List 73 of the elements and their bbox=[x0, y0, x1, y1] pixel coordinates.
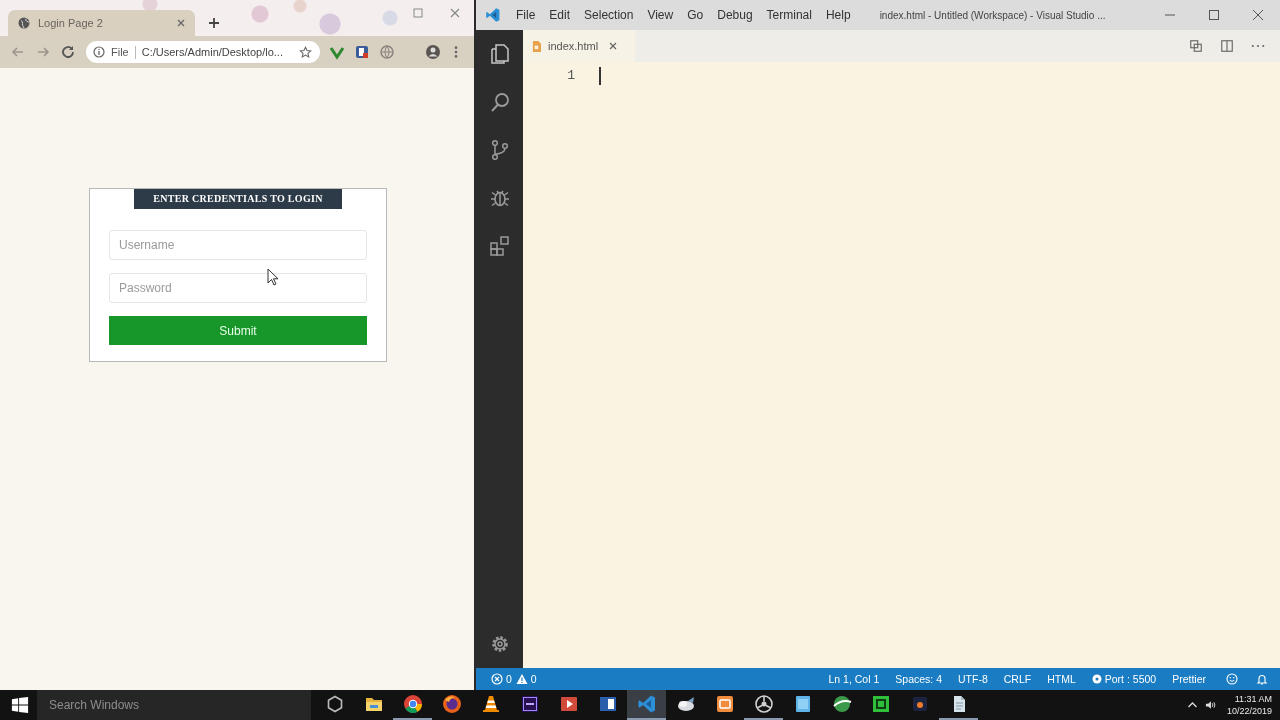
more-icon[interactable] bbox=[1251, 44, 1265, 48]
input-field[interactable]: Password bbox=[109, 273, 367, 303]
chevron-up-icon[interactable] bbox=[1186, 700, 1198, 710]
colored-ring-icon bbox=[402, 694, 423, 714]
url-text: C:/Users/Admin/Desktop/lo... bbox=[141, 46, 284, 58]
close-icon bbox=[1253, 10, 1263, 20]
compare-icon[interactable] bbox=[1189, 39, 1203, 53]
framed-tile-icon bbox=[519, 694, 540, 714]
star-icon[interactable] bbox=[299, 45, 312, 59]
mouse-pointer-icon bbox=[267, 268, 279, 286]
form-heading: ENTER CREDENTIALS TO LOGIN bbox=[134, 189, 342, 209]
browser-tab[interactable]: Login Page 2 bbox=[8, 10, 195, 36]
minimize-icon bbox=[1165, 14, 1175, 16]
window-tile-icon bbox=[714, 694, 735, 714]
error-icon bbox=[491, 673, 503, 685]
wheel-icon bbox=[753, 694, 774, 714]
status-item[interactable]: CRLF bbox=[1001, 668, 1034, 690]
split-editor-icon[interactable] bbox=[1220, 39, 1234, 53]
maximize-icon bbox=[1209, 10, 1219, 20]
ribbon-logo-icon bbox=[636, 694, 657, 714]
smiley-icon[interactable] bbox=[1226, 673, 1238, 685]
close-icon[interactable] bbox=[450, 8, 460, 18]
bell-icon[interactable] bbox=[1256, 673, 1268, 685]
blocks-icon[interactable] bbox=[487, 234, 512, 258]
status-item[interactable]: HTML bbox=[1045, 668, 1078, 690]
status-item[interactable]: Spaces: 4 bbox=[893, 668, 944, 690]
menu-item[interactable]: View bbox=[640, 8, 681, 22]
menu-item[interactable]: Debug bbox=[710, 8, 760, 22]
warning-count[interactable]: 0 bbox=[513, 668, 539, 690]
traffic-cone-icon bbox=[480, 694, 501, 714]
speaker-icon[interactable] bbox=[1204, 700, 1216, 710]
ribbon-logo-icon bbox=[485, 7, 501, 23]
menu-item[interactable]: Go bbox=[680, 8, 711, 22]
play-tile-icon bbox=[558, 694, 579, 714]
status-item[interactable]: Ln 1, Col 1 bbox=[826, 668, 882, 690]
app-tile-icon[interactable] bbox=[354, 44, 370, 60]
status-item[interactable]: UTF-8 bbox=[956, 668, 990, 690]
editor-tab[interactable]: index.html bbox=[523, 30, 635, 62]
status-item[interactable]: Port : 5500 bbox=[1089, 668, 1159, 690]
menu-item[interactable]: Selection bbox=[577, 8, 641, 22]
info-icon[interactable] bbox=[93, 46, 105, 58]
clock-date[interactable]: 10/22/2019 bbox=[1226, 705, 1272, 717]
status-item[interactable]: Prettier bbox=[1170, 668, 1208, 690]
warning-icon bbox=[515, 673, 528, 685]
menu-item[interactable]: Help bbox=[818, 8, 858, 22]
file-icon bbox=[532, 40, 541, 52]
scheme-label: File bbox=[111, 46, 129, 58]
swirl-globe-icon bbox=[441, 694, 462, 714]
clock-time[interactable]: 11:31 AM bbox=[1234, 693, 1272, 705]
submit-button[interactable]: Submit bbox=[109, 316, 367, 345]
more-icon[interactable] bbox=[454, 45, 458, 59]
document-tile-icon bbox=[597, 694, 618, 714]
menu-item[interactable]: File bbox=[509, 8, 543, 22]
circle-dot-icon bbox=[1091, 674, 1102, 684]
globe-icon bbox=[18, 17, 30, 29]
search-field[interactable]: Search Windows bbox=[37, 690, 311, 720]
cloud-icon bbox=[675, 694, 696, 714]
close-icon[interactable] bbox=[609, 42, 618, 50]
error-count[interactable]: 0 bbox=[489, 668, 514, 690]
close-icon[interactable] bbox=[177, 19, 185, 27]
windows-logo-icon[interactable] bbox=[11, 696, 29, 714]
window-title: index.html - Untitled (Workspace) - Visual Studio ... bbox=[879, 9, 1106, 21]
reload-icon[interactable] bbox=[60, 44, 76, 60]
address-bar[interactable]: File C:/Users/Admin/Desktop/lo... bbox=[86, 41, 320, 63]
account-icon[interactable] bbox=[425, 44, 441, 60]
menu-item[interactable]: Edit bbox=[542, 8, 578, 22]
text-caret bbox=[599, 67, 601, 85]
plus-icon[interactable] bbox=[209, 18, 219, 28]
input-field[interactable]: Username bbox=[109, 230, 367, 260]
swoosh-globe-icon bbox=[831, 694, 852, 714]
menu-item[interactable]: Terminal bbox=[759, 8, 819, 22]
square-frame-icon bbox=[870, 694, 891, 714]
line-number: 1 bbox=[566, 67, 575, 85]
